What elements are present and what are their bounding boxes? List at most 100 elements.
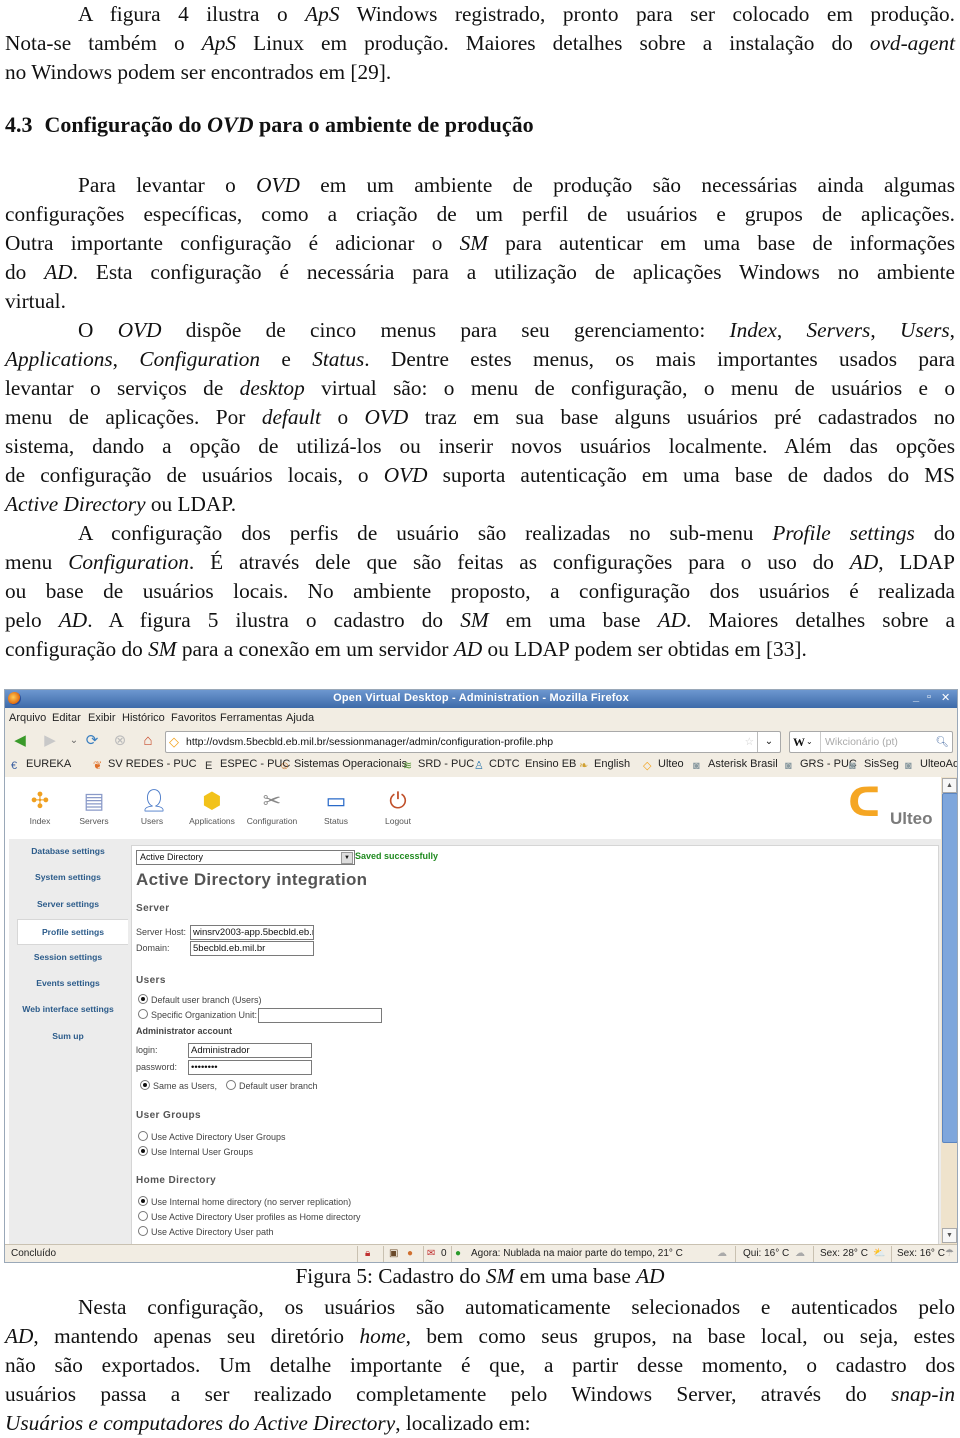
mail-icon[interactable]: ✉ [427, 1248, 435, 1259]
status-text: Concluído [11, 1248, 57, 1259]
side-menu-sum-up[interactable]: Sum up [9, 1031, 127, 1041]
bookmark-favicon-icon: € [11, 760, 18, 772]
engine-dropdown-icon[interactable]: ⌄ [806, 732, 813, 752]
chevron-down-icon[interactable]: ▼ [341, 852, 353, 864]
radio-default-user-branch[interactable]: Default user branch (Users) [138, 994, 262, 1005]
url-dropdown-icon[interactable]: ⌄ [757, 732, 780, 752]
profile-type-select[interactable]: Active Directory ▼ [136, 850, 355, 865]
radio-button[interactable] [138, 1196, 148, 1206]
scroll-up-icon[interactable]: ▲ [942, 778, 957, 793]
bookmark-item[interactable]: ◙ UlteoAdmin [905, 758, 957, 772]
nav-status[interactable]: ▭ Status [301, 789, 371, 827]
radio-button[interactable] [140, 1080, 150, 1090]
bookmark-item[interactable]: ◙ Asterisk Brasil [693, 758, 778, 772]
text-line: Para levantar o OVD em um ambiente de pr… [78, 173, 955, 197]
bookmark-item[interactable]: € EUREKA [11, 758, 71, 772]
side-menu-system-settings[interactable]: System settings [9, 872, 127, 882]
emphasis: AD [849, 550, 879, 574]
bookmark-star-icon[interactable]: ☆ [745, 732, 754, 752]
radio-same-as-users[interactable]: Same as Users, [140, 1080, 217, 1091]
login-input[interactable]: Administrador [188, 1043, 312, 1058]
weather-now[interactable]: Agora: Nublada na maior parte do tempo, … [471, 1248, 683, 1259]
bookmark-item[interactable]: ☺ Sistemas Operacionais [279, 758, 407, 772]
emphasis: AD [5, 1324, 34, 1348]
radio-internal-user-groups[interactable]: Use Internal User Groups [138, 1146, 253, 1157]
side-menu-database-settings[interactable]: Database settings [9, 846, 127, 856]
radio-ad-profiles-home[interactable]: Use Active Directory User profiles as Ho… [138, 1211, 361, 1222]
password-input[interactable]: •••••••• [188, 1060, 312, 1075]
radio-ad-user-groups[interactable]: Use Active Directory User Groups [138, 1131, 286, 1142]
bookmark-label: SRD - PUC [418, 758, 475, 770]
forecast-1[interactable]: Qui: 16° C [743, 1248, 789, 1259]
scrollbar-thumb[interactable] [942, 793, 957, 1143]
text-line: Outra importante configuração é adiciona… [5, 231, 956, 255]
radio-internal-home-dir[interactable]: Use Internal home directory (no server r… [138, 1196, 351, 1207]
section-number: 4.3 [5, 112, 33, 137]
emphasis: SM [459, 231, 488, 255]
scroll-down-icon[interactable]: ▼ [942, 1228, 957, 1243]
menu-ferramentas[interactable]: Ferramentas [220, 712, 282, 724]
reload-icon[interactable]: ⟳ [83, 732, 101, 750]
minimize-button[interactable]: _ [913, 691, 919, 703]
radio-button[interactable] [138, 994, 148, 1004]
radio-admin-default-branch[interactable]: Default user branch [226, 1080, 318, 1091]
addon-icon[interactable]: ▣ [389, 1248, 398, 1259]
addon-round-icon[interactable]: ● [407, 1248, 413, 1259]
close-button[interactable]: ✕ [941, 691, 950, 704]
radio-button[interactable] [226, 1080, 236, 1090]
bookmark-item[interactable]: Ensino EB [525, 758, 576, 770]
side-menu-server-settings[interactable]: Server settings [9, 899, 127, 909]
radio-button[interactable] [138, 1226, 148, 1236]
bookmark-item[interactable]: ♙ CDTC [474, 758, 520, 772]
organization-unit-input[interactable] [258, 1008, 382, 1023]
menu-editar[interactable]: Editar [52, 712, 81, 724]
server-host-input[interactable]: winsrv2003-app.5becbld.eb.mil.br [190, 925, 314, 940]
maximize-button[interactable]: ▫ [927, 691, 931, 703]
radio-ad-user-path[interactable]: Use Active Directory User path [138, 1226, 274, 1237]
security-lock-icon[interactable]: 🔒︎ [365, 1248, 370, 1259]
nav-configuration[interactable]: ✂ Configuration [237, 789, 307, 827]
search-box[interactable]: W ⌄ Wikcionário (pt) 🔍︎ [789, 731, 953, 753]
home-icon[interactable]: ⌂ [139, 732, 157, 750]
url-bar[interactable]: ◇ http://ovdsm.5becbld.eb.mil.br/session… [165, 731, 781, 753]
domain-input[interactable]: 5becbld.eb.mil.br [190, 941, 314, 956]
forecast-2[interactable]: Sex: 28° C [820, 1248, 868, 1259]
forecast-3[interactable]: Sex: 16° C [897, 1248, 945, 1259]
bookmark-item[interactable]: E ESPEC - PUC [205, 758, 290, 772]
bookmark-item[interactable]: ◙ SisSeg [849, 758, 899, 772]
side-menu-web-interface-settings[interactable]: Web interface settings [9, 1004, 127, 1014]
bookmark-item[interactable]: ❦ SV REDES - PUC [93, 758, 197, 772]
menu-historico[interactable]: Histórico [122, 712, 165, 724]
radio-specific-ou[interactable]: Specific Organization Unit: [138, 1009, 257, 1020]
search-icon[interactable]: 🔍︎ [936, 732, 949, 752]
radio-button[interactable] [138, 1211, 148, 1221]
radio-button[interactable] [138, 1146, 148, 1156]
applications-icon: ⬢ [202, 788, 222, 813]
bookmark-item[interactable]: ◇ Ulteo [643, 758, 684, 772]
bookmark-item[interactable]: ≋ SRD - PUC [403, 758, 474, 772]
url-text[interactable]: http://ovdsm.5becbld.eb.mil.br/sessionma… [186, 732, 553, 752]
stop-icon[interactable]: ⊗ [111, 732, 129, 750]
nav-logout[interactable]: ⏻ Logout [363, 789, 433, 827]
side-menu-events-settings[interactable]: Events settings [9, 978, 127, 988]
search-placeholder[interactable]: Wikcionário (pt) [820, 732, 898, 752]
bookmark-item[interactable]: ◙ GRS - PUC [785, 758, 857, 772]
side-menu-session-settings[interactable]: Session settings [9, 952, 127, 962]
ulteo-logo: ᑕ Ulteo [840, 781, 940, 836]
wikipedia-engine-icon[interactable]: W [793, 732, 805, 752]
menu-ajuda[interactable]: Ajuda [286, 712, 314, 724]
radio-button[interactable] [138, 1131, 148, 1141]
vertical-scrollbar[interactable]: ▲ ▼ [941, 777, 957, 1244]
menu-arquivo[interactable]: Arquivo [9, 712, 46, 724]
radio-button[interactable] [138, 1009, 148, 1019]
side-menu-profile-settings[interactable]: Profile settings [17, 919, 128, 946]
history-dropdown-icon[interactable]: ⌄ [65, 732, 83, 750]
figure-screenshot: Open Virtual Desktop - Administration - … [4, 689, 958, 1263]
menu-favoritos[interactable]: Favoritos [171, 712, 216, 724]
menu-bar: Arquivo Editar Exibir Histórico Favorito… [5, 708, 957, 728]
emphasis: default [261, 405, 321, 429]
menu-exibir[interactable]: Exibir [88, 712, 116, 724]
bookmark-item[interactable]: ❧ English [579, 758, 630, 772]
back-arrow-icon[interactable]: ◀ [11, 732, 29, 750]
forward-arrow-icon[interactable]: ▶ [41, 732, 59, 750]
